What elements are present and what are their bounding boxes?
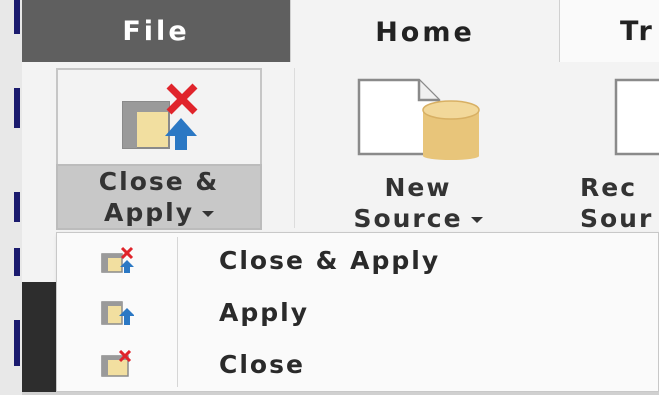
new-source-label-line1: New — [384, 173, 452, 202]
close-apply-label-line2: Apply — [58, 197, 260, 228]
menu-item-close[interactable]: Close — [57, 338, 658, 390]
menu-item-apply[interactable]: Apply — [57, 286, 658, 338]
edge-mark — [14, 192, 20, 222]
close-apply-split-button[interactable]: Close & Apply — [56, 68, 262, 230]
new-source-icon-wrap — [353, 68, 483, 168]
recent-sources-button[interactable]: Rec Sour — [542, 68, 659, 234]
power-query-window: File Home Tr Close & Apply New Source Re… — [0, 0, 659, 395]
menu-item-label: Close — [219, 349, 305, 379]
ribbon-separator — [294, 68, 295, 228]
chevron-down-icon — [202, 211, 214, 217]
recent-sources-label-line1: Rec — [580, 173, 638, 202]
ribbon-panel: Close & Apply New Source Rec Sour — [22, 62, 659, 234]
edge-mark — [14, 88, 20, 128]
ribbon-tab-row: File Home Tr — [22, 0, 659, 64]
tab-home[interactable]: Home — [290, 0, 560, 64]
edge-mark — [14, 320, 20, 366]
recent-sources-icon — [614, 78, 659, 156]
menu-item-close-apply[interactable]: Close & Apply — [57, 234, 658, 286]
recent-sources-label-line2: Sour — [580, 204, 654, 233]
close-apply-dropdown-menu: Close & Apply Apply Close — [56, 232, 659, 392]
recent-sources-icon-wrap — [542, 68, 659, 168]
recent-sources-label: Rec Sour — [542, 172, 659, 234]
close-apply-icon — [122, 83, 198, 150]
new-source-button[interactable]: New Source — [318, 68, 518, 234]
close-apply-label-line1: Close & — [98, 167, 220, 196]
close-icon — [57, 350, 177, 378]
close-apply-icon — [57, 246, 177, 274]
tab-transform[interactable]: Tr — [620, 0, 659, 62]
apply-icon — [57, 298, 177, 326]
window-left-edge — [0, 0, 22, 395]
edge-mark — [14, 248, 20, 276]
close-apply-dropdown-trigger[interactable]: Close & Apply — [56, 164, 262, 230]
new-source-label-line2: Source — [353, 203, 483, 234]
edge-mark — [14, 0, 20, 34]
chevron-down-icon — [470, 217, 483, 223]
tab-file[interactable]: File — [22, 0, 290, 62]
new-source-label: New Source — [353, 172, 483, 234]
close-apply-button-top[interactable] — [56, 68, 262, 164]
new-source-icon — [357, 78, 480, 160]
menu-item-label: Close & Apply — [219, 245, 441, 275]
menu-item-label: Apply — [219, 297, 310, 327]
